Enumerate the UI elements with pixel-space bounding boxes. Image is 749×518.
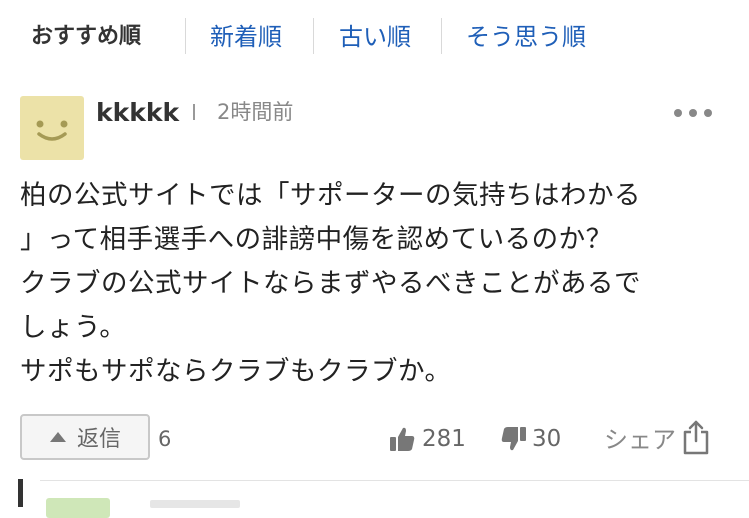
like-count: 281 xyxy=(422,426,466,452)
tab-agree[interactable]: そう思う順 xyxy=(466,20,586,54)
divider xyxy=(313,18,314,54)
avatar[interactable] xyxy=(20,96,84,160)
reply-count: 6 xyxy=(158,427,172,451)
comment-line: 」って相手選手への誹謗中傷を認めているのか？ xyxy=(20,224,613,255)
comment-line: しょう。 xyxy=(20,312,127,343)
share-button[interactable]: シェア xyxy=(604,418,710,456)
reply-button[interactable]: 返信 xyxy=(20,414,150,460)
triangle-up-icon xyxy=(49,432,66,442)
tab-oldest[interactable]: 古い順 xyxy=(339,20,411,54)
sort-bar: おすすめ順 新着順 古い順 そう思う順 xyxy=(0,0,749,72)
ellipsis-icon xyxy=(674,109,712,117)
dislike-button[interactable]: 30 xyxy=(500,422,561,456)
tab-recommended[interactable]: おすすめ順 xyxy=(31,20,141,54)
comment-line: 柏の公式サイトでは「サポーターの気持ちはわかる xyxy=(20,180,641,211)
dislike-count: 30 xyxy=(532,426,562,452)
smiley-face-icon xyxy=(36,120,68,141)
more-options-button[interactable] xyxy=(668,98,718,128)
reply-avatar xyxy=(46,498,110,518)
meta-divider xyxy=(193,104,195,120)
tab-newest[interactable]: 新着順 xyxy=(210,20,282,54)
comment-body: 柏の公式サイトでは「サポーターの気持ちはわかる 」って相手選手への誹謗中傷を認め… xyxy=(20,174,730,394)
thumbs-down-icon xyxy=(501,427,526,451)
comment-line: サポもサポならクラブもクラブか。 xyxy=(20,356,452,387)
reply-label: 返信 xyxy=(76,427,121,452)
divider xyxy=(185,18,186,54)
divider xyxy=(40,480,749,481)
timestamp: 2時間前 xyxy=(217,100,294,124)
thumbs-up-icon xyxy=(390,427,415,451)
thread-line xyxy=(18,479,23,507)
username[interactable]: kkkkk xyxy=(96,96,179,130)
divider xyxy=(441,18,442,54)
share-icon xyxy=(683,420,709,455)
comment-line: クラブの公式サイトならまずやるべきことがあるで xyxy=(20,268,641,299)
like-button[interactable]: 281 xyxy=(388,422,466,456)
share-label: シェア xyxy=(604,425,676,454)
